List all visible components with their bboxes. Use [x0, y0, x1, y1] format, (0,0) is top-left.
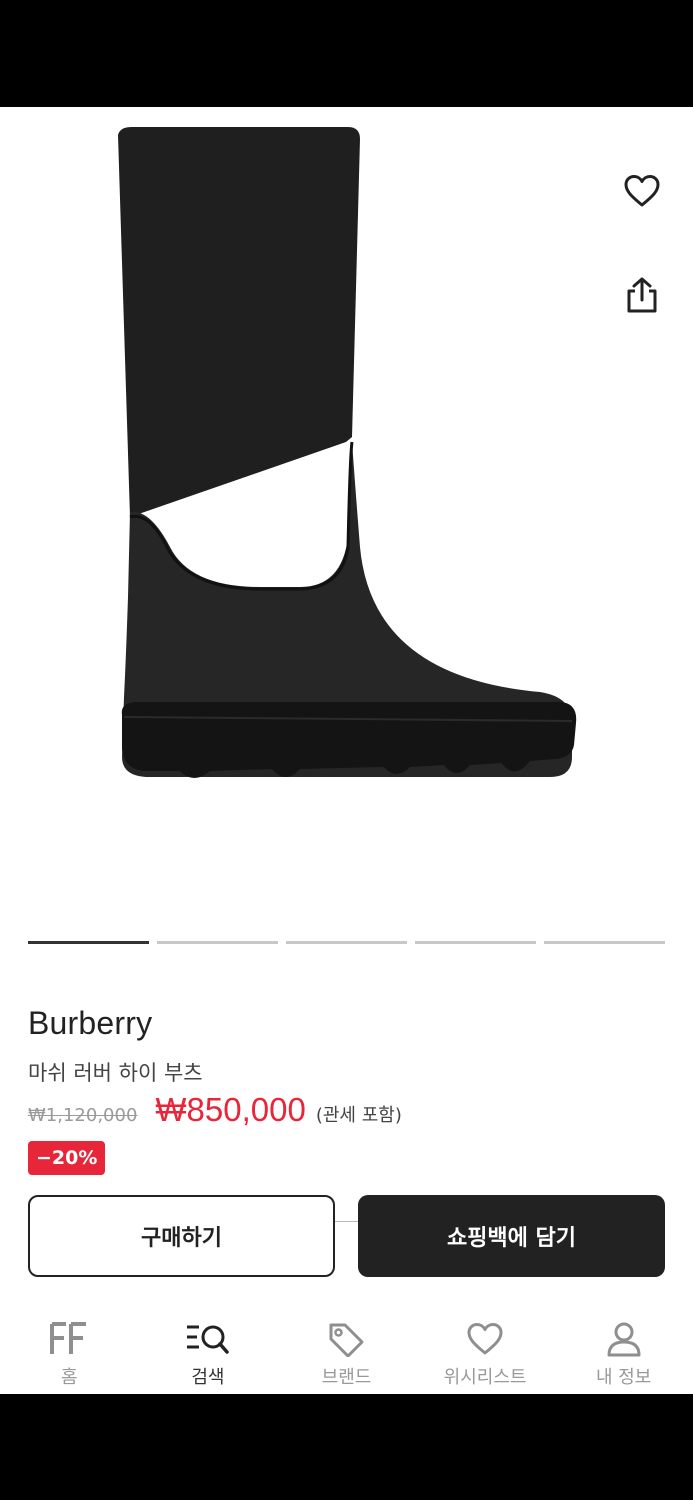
carousel-dot-4[interactable] — [415, 941, 536, 944]
buy-now-button[interactable]: 구매하기 — [28, 1195, 335, 1277]
product-image-gallery[interactable] — [0, 107, 693, 927]
add-to-cart-button[interactable]: 쇼핑백에 담기 — [358, 1195, 665, 1277]
original-price: ₩1,120,000 — [28, 1105, 138, 1126]
product-image — [118, 127, 577, 778]
carousel-dot-5[interactable] — [544, 941, 665, 944]
carousel-dot-2[interactable] — [157, 941, 278, 944]
nav-label-my-info: 내 정보 — [595, 1367, 652, 1388]
carousel-dot-3[interactable] — [286, 941, 407, 944]
share-button[interactable] — [620, 273, 664, 317]
heart-icon — [467, 1323, 503, 1355]
nav-item-home[interactable]: 홈 — [0, 1305, 139, 1394]
nav-item-search[interactable]: 검색 — [139, 1305, 278, 1394]
brand-name[interactable]: Burberry — [28, 1005, 152, 1042]
button-divider — [335, 1221, 358, 1222]
nav-label-wishlist: 위시리스트 — [443, 1367, 527, 1388]
nav-label-home: 홈 — [61, 1367, 78, 1388]
user-icon — [607, 1322, 641, 1357]
share-icon — [627, 277, 657, 313]
carousel-indicator — [28, 941, 665, 945]
tax-note: (관세 포함) — [315, 1105, 402, 1126]
bottom-nav: 홈 검색 브랜드 위시리스트 내 정보 — [0, 1305, 693, 1394]
heart-icon — [624, 175, 660, 207]
nav-label-brand: 브랜드 — [321, 1367, 372, 1388]
search-icon — [186, 1325, 229, 1354]
nav-item-wishlist[interactable]: 위시리스트 — [416, 1305, 555, 1394]
nav-item-my-info[interactable]: 내 정보 — [554, 1305, 693, 1394]
status-bar-area — [0, 0, 693, 107]
product-name: 마쉬 러버 하이 부츠 — [28, 1061, 203, 1085]
product-detail-screen: Burberry 마쉬 러버 하이 부츠 ₩1,120,000 ₩850,000… — [0, 107, 693, 1394]
home-icon — [50, 1322, 87, 1354]
carousel-dot-1[interactable] — [28, 941, 149, 944]
discount-badge: −20% — [28, 1141, 106, 1175]
nav-item-brand[interactable]: 브랜드 — [277, 1305, 416, 1394]
sale-price: ₩850,000 — [155, 1091, 306, 1128]
nav-label-search: 검색 — [191, 1367, 225, 1388]
system-gesture-area — [0, 1394, 693, 1500]
price-row: ₩1,120,000 ₩850,000 (관세 포함) — [28, 1091, 402, 1129]
wishlist-toggle[interactable] — [620, 169, 664, 213]
tag-icon — [329, 1323, 364, 1357]
